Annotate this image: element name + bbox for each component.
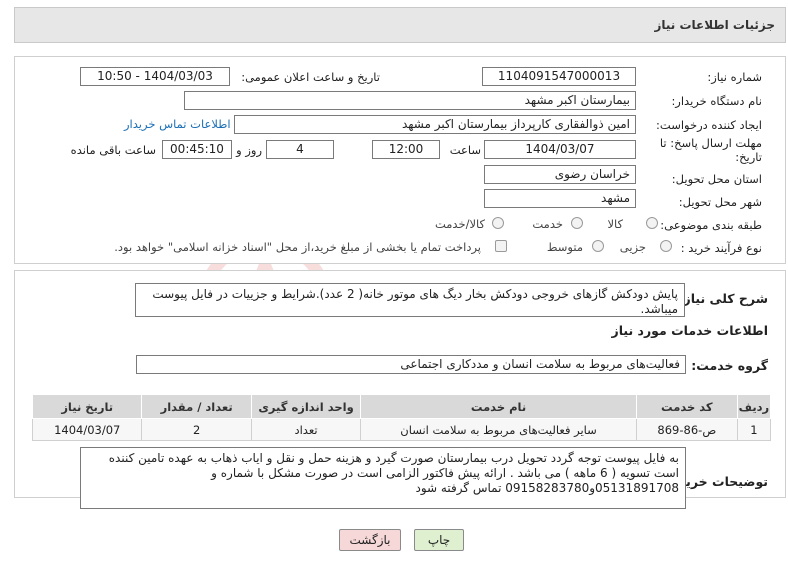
buyer-org-field[interactable]: بیمارستان اکبر مشهد bbox=[184, 91, 636, 110]
remaining-time-field[interactable]: 00:45:10 bbox=[162, 140, 232, 159]
col-header-row-number: ردیف bbox=[736, 394, 772, 419]
process-option-minor: جزیی bbox=[619, 240, 646, 254]
treasury-payment-note: پرداخت تمام یا بخشی از مبلغ خرید،از محل … bbox=[114, 240, 481, 254]
cell-row-number: 1 bbox=[736, 418, 772, 441]
print-button[interactable]: چاپ bbox=[414, 529, 464, 551]
buyer-contact-link[interactable]: اطلاعات تماس خریدار bbox=[124, 117, 231, 131]
service-group-label: گروه خدمت: bbox=[691, 358, 768, 373]
page-header: جزئیات اطلاعات نیاز bbox=[14, 7, 786, 43]
category-label: طبقه بندی موضوعی: bbox=[660, 218, 762, 232]
cell-service-code: ص-86-869 bbox=[635, 418, 738, 441]
buyer-notes-textarea[interactable]: به فایل پیوست توجه گردد تحویل درب بیمارس… bbox=[80, 447, 686, 509]
table-row: 1 ص-86-869 سایر فعالیت‌های مربوط به سلام… bbox=[31, 418, 772, 441]
deadline-date-field[interactable]: 1404/03/07 bbox=[484, 140, 636, 159]
back-button[interactable]: بازگشت bbox=[339, 529, 401, 551]
category-radio-service[interactable] bbox=[571, 217, 583, 229]
category-option-goods: کالا bbox=[607, 217, 623, 231]
need-details-page: جزئیات اطلاعات نیاز شماره نیاز: 11040915… bbox=[0, 0, 788, 566]
cell-quantity: 2 bbox=[141, 418, 252, 441]
process-type-label: نوع فرآیند خرید : bbox=[680, 241, 762, 255]
city-field[interactable]: مشهد bbox=[484, 189, 636, 208]
need-number-label: شماره نیاز: bbox=[707, 70, 762, 84]
col-header-service-name: نام خدمت bbox=[360, 394, 637, 419]
cell-service-name: سایر فعالیت‌های مربوط به سلامت انسان bbox=[360, 418, 637, 441]
description-textarea[interactable]: پایش دودکش گازهای خروجی دودکش بخار دیگ ه… bbox=[135, 283, 685, 317]
days-label: روز و bbox=[236, 143, 262, 157]
col-header-unit: واحد اندازه گیری bbox=[250, 394, 362, 419]
category-radio-goods-service[interactable] bbox=[492, 217, 504, 229]
creator-field[interactable]: امین ذوالفقاری کارپرداز بیمارستان اکبر م… bbox=[234, 115, 636, 134]
description-label: شرح کلی نیاز: bbox=[678, 291, 768, 306]
treasury-payment-checkbox[interactable] bbox=[495, 240, 507, 252]
deadline-label: مهلت ارسال پاسخ: تا bbox=[659, 136, 762, 150]
process-radio-minor[interactable] bbox=[660, 240, 672, 252]
need-number-field[interactable]: 1104091547000013 bbox=[482, 67, 636, 86]
process-option-medium: متوسط bbox=[546, 240, 583, 254]
page-title: جزئیات اطلاعات نیاز bbox=[654, 18, 775, 32]
category-radio-goods[interactable] bbox=[646, 217, 658, 229]
col-header-need-date: تاریخ نیاز bbox=[31, 394, 143, 419]
deadline-time-label: ساعت bbox=[449, 143, 481, 157]
category-option-goods-service: کالا/خدمت bbox=[434, 217, 485, 231]
services-section-title: اطلاعات خدمات مورد نیاز bbox=[611, 323, 769, 338]
process-radio-medium[interactable] bbox=[592, 240, 604, 252]
category-option-service: خدمت bbox=[532, 217, 563, 231]
creator-label: ایجاد کننده درخواست: bbox=[656, 118, 762, 132]
city-label: شهر محل تحویل: bbox=[678, 195, 762, 209]
need-info-panel bbox=[14, 56, 786, 264]
cell-need-date: 1404/03/07 bbox=[31, 418, 143, 441]
service-group-field[interactable]: فعالیت‌های مربوط به سلامت انسان و مددکار… bbox=[136, 355, 686, 374]
province-field[interactable]: خراسان رضوی bbox=[484, 165, 636, 184]
cell-unit: تعداد bbox=[250, 418, 362, 441]
table-header-row: ردیف کد خدمت نام خدمت واحد اندازه گیری ت… bbox=[31, 394, 772, 419]
col-header-quantity: تعداد / مقدار bbox=[141, 394, 252, 419]
buyer-org-label: نام دستگاه خریدار: bbox=[671, 94, 762, 108]
deadline-time-field[interactable]: 12:00 bbox=[372, 140, 440, 159]
col-header-service-code: کد خدمت bbox=[635, 394, 738, 419]
announce-date-field[interactable]: 1404/03/03 - 10:50 bbox=[80, 67, 230, 86]
remaining-time-label: ساعت باقی مانده bbox=[70, 143, 156, 157]
deadline-date-label: تاریخ: bbox=[735, 150, 762, 164]
days-remaining-field[interactable]: 4 bbox=[266, 140, 334, 159]
services-table: ردیف کد خدمت نام خدمت واحد اندازه گیری ت… bbox=[31, 394, 772, 441]
province-label: استان محل تحویل: bbox=[671, 172, 762, 186]
announce-date-label: تاریخ و ساعت اعلان عمومی: bbox=[241, 70, 380, 84]
